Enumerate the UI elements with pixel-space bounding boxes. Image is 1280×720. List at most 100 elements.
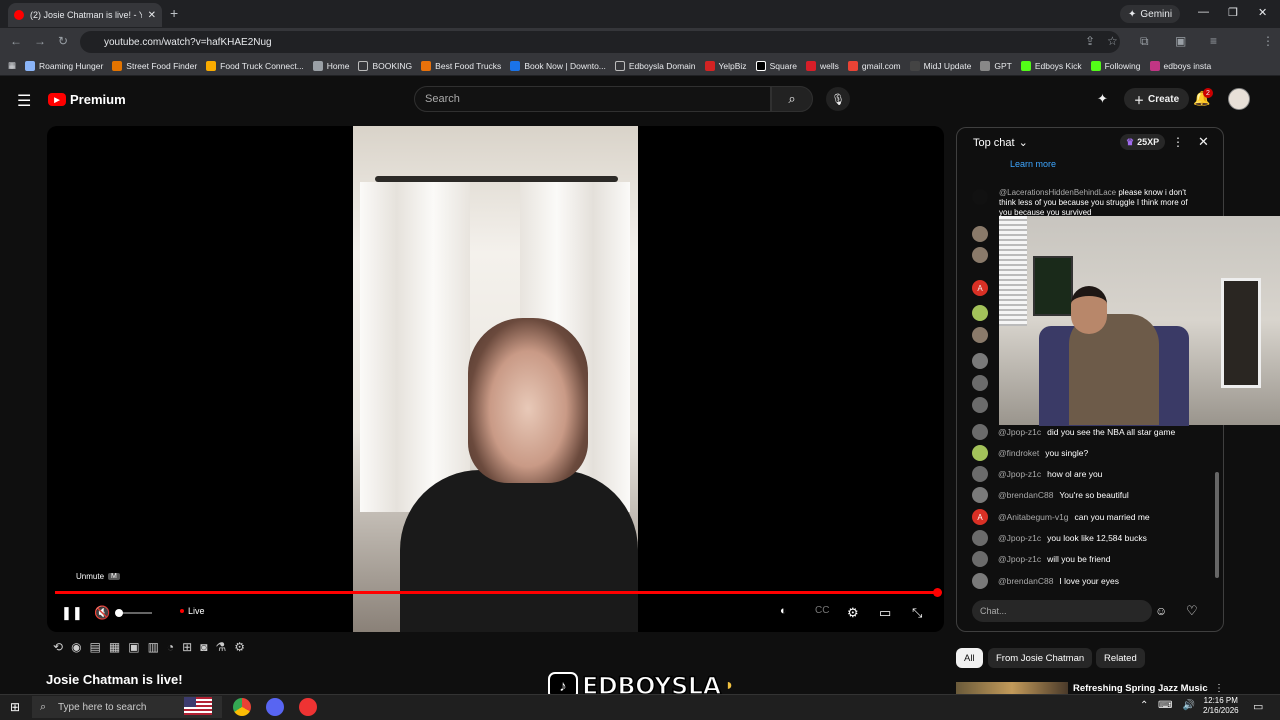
progress-bar[interactable] [55,591,938,594]
bookmark-item[interactable]: Following [1090,60,1141,71]
avatar[interactable] [972,466,988,482]
bookmark-item[interactable]: Home [312,60,349,71]
gemini-button[interactable]: ✦ Gemini [1120,5,1181,23]
avatar[interactable] [972,424,988,440]
chat-username[interactable]: @Jpop-z1c [998,554,1041,564]
clip-icon[interactable]: ▦ [109,640,120,654]
reload-icon[interactable]: ↻ [58,34,68,48]
chat-username[interactable]: @Jpop-z1c [998,533,1041,543]
restore-icon[interactable]: ❐ [1228,6,1238,19]
chat-input[interactable]: Chat... [972,600,1152,622]
bookmark-star-icon[interactable]: ☆ [1107,34,1118,48]
autoplay-toggle-icon[interactable]: ◐ [780,605,787,617]
chat-username[interactable]: @brendanC88 [998,576,1053,586]
bookmark-item[interactable]: gmail.com [847,60,901,71]
bookmark-item[interactable]: MidJ Update [909,60,971,71]
pip-icon[interactable]: ▣ [128,640,139,654]
windows-start-icon[interactable]: ⊞ [10,700,20,714]
microphone-icon[interactable]: 🎙 [826,87,850,111]
progress-scrubber[interactable] [933,588,942,597]
chrome-icon[interactable] [233,698,251,716]
apps-icon[interactable]: ▦ [8,60,16,71]
settings-gear-icon[interactable]: ⚙ [847,605,859,621]
avatar[interactable] [972,551,988,567]
minimize-icon[interactable]: — [1198,6,1209,18]
bookmark-item[interactable]: GPT [980,60,1012,71]
app-icon[interactable] [299,698,317,716]
chip-from-channel[interactable]: From Josie Chatman [988,648,1093,668]
media-icon[interactable]: ≡ [1210,34,1217,48]
volume-handle[interactable] [115,609,123,617]
avatar[interactable]: A [972,509,988,525]
chat-close-icon[interactable]: ✕ [1198,134,1209,150]
chip-related[interactable]: Related [1096,648,1145,668]
xp-badge[interactable]: ♛ 25XP [1120,134,1166,150]
volume-icon[interactable]: 🔊 [1182,700,1194,711]
bookmark-item[interactable]: Book Now | Downto... [510,60,606,71]
volume-slider[interactable] [118,612,152,614]
recommendation-more-icon[interactable]: ⋮ [1214,683,1224,694]
avatar[interactable] [972,487,988,503]
keyboard-icon[interactable]: ⌨ [1158,700,1172,711]
bookmark-item[interactable]: BOOKING [358,60,412,71]
install-icon[interactable]: ⇪ [1085,34,1095,48]
search-icon[interactable]: ⌕ [771,86,813,112]
new-tab-button[interactable]: + [170,5,178,21]
loop-icon[interactable]: ⟲ [53,640,63,654]
add-icon[interactable]: ⊞ [182,640,192,654]
flask-icon[interactable]: ⚗ [215,640,226,654]
notifications-icon[interactable]: ▭ [1253,700,1263,713]
speed-icon[interactable]: ◔ [167,640,174,654]
theater-mode-icon[interactable]: ▭ [879,605,891,621]
address-bar[interactable]: youtube.com/watch?v=hafKHAE2Nug [80,31,1120,53]
bookmark-item[interactable]: edboys insta [1149,60,1211,71]
bookmark-item[interactable]: Edboysla Domain [614,60,696,71]
avatar[interactable] [972,445,988,461]
avatar[interactable] [972,573,988,589]
camera-icon[interactable]: ◙ [200,640,207,654]
bookmark-item[interactable]: Roaming Hunger [25,60,103,71]
cast-icon[interactable]: ✦ [1097,91,1108,107]
chat-more-icon[interactable]: ⋮ [1172,135,1184,149]
youtube-logo[interactable]: ▶ Premium [48,92,126,107]
account-avatar[interactable] [1228,88,1250,110]
audio-icon[interactable]: ◉ [71,640,81,654]
fullscreen-icon[interactable]: ⤡ [912,605,922,621]
tray-chevron-icon[interactable]: ⌃ [1140,700,1148,711]
search-input[interactable]: Search [414,86,771,112]
live-indicator[interactable]: Live [180,606,205,616]
forward-icon[interactable]: → [34,34,46,48]
close-tab-icon[interactable]: ✕ [148,10,156,21]
chat-mode-selector[interactable]: Top chat ⌄ [973,136,1028,150]
us-flag-icon[interactable] [184,697,212,715]
screenshot-icon[interactable]: ▤ [90,640,101,654]
recommendation-thumbnail[interactable] [956,682,1068,694]
clock[interactable]: 12:16 PM 2/16/2026 [1203,696,1239,716]
browser-tab[interactable]: (2) Josie Chatman is live! - YouT ✕ [8,3,162,27]
captions-icon[interactable]: CC [815,605,829,616]
chip-all[interactable]: All [956,648,983,668]
learn-more-link[interactable]: Learn more [1010,159,1056,169]
pause-icon[interactable]: ❚❚ [61,605,83,621]
chat-username[interactable]: @Jpop-z1c [998,427,1041,437]
avatar[interactable] [972,530,988,546]
app-icon[interactable] [266,698,284,716]
bookmark-item[interactable]: Best Food Trucks [421,60,501,71]
bookmark-item[interactable]: Edboys Kick [1020,60,1082,71]
heart-icon[interactable]: ♡ [1186,603,1198,619]
create-button[interactable]: ＋ Create [1124,88,1190,110]
bookmark-item[interactable]: Square [755,60,797,71]
chat-username[interactable]: @findroket [998,448,1039,458]
bookmark-item[interactable]: Food Truck Connect... [206,60,304,71]
bookmark-item[interactable]: wells [805,60,839,71]
extensions-icon[interactable]: ⧉ [1140,34,1149,49]
extension-settings-icon[interactable]: ⚙ [234,640,245,654]
emoji-icon[interactable]: ☺ [1155,604,1167,618]
more-menu-icon[interactable]: ⋮ [1262,34,1274,48]
hamburger-menu-icon[interactable]: ☰ [17,91,31,111]
chat-username[interactable]: @Anitabegum-v1g [998,512,1069,522]
sidepanel-icon[interactable]: ▣ [1175,34,1186,48]
volume-muted-icon[interactable]: 🔇 [94,605,110,621]
recommendation-title[interactable]: Refreshing Spring Jazz Music [1073,683,1208,694]
bookmark-item[interactable]: Street Food Finder [112,60,197,71]
